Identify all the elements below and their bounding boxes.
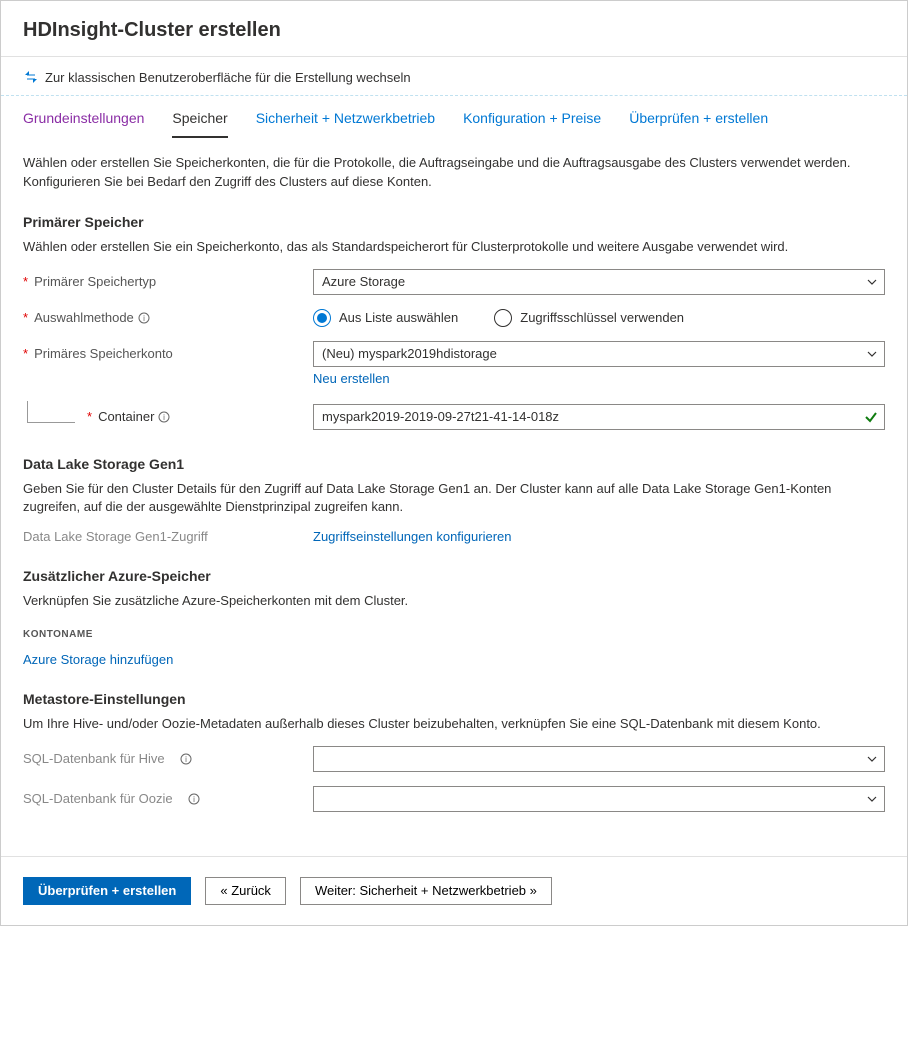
selection-method-label: *Auswahlmethode i bbox=[23, 310, 313, 325]
tab-config[interactable]: Konfiguration + Preise bbox=[463, 98, 601, 138]
metastore-desc: Um Ihre Hive- und/oder Oozie-Metadaten a… bbox=[23, 715, 885, 734]
primary-storage-title: Primärer Speicher bbox=[23, 214, 885, 230]
svg-text:i: i bbox=[143, 314, 145, 323]
chevron-down-icon bbox=[866, 348, 878, 360]
info-icon[interactable]: i bbox=[180, 753, 192, 765]
svg-text:i: i bbox=[185, 755, 187, 764]
primary-account-label: *Primäres Speicherkonto bbox=[23, 346, 313, 361]
radio-from-list[interactable]: Aus Liste auswählen bbox=[313, 309, 458, 327]
chevron-down-icon bbox=[866, 276, 878, 288]
oozie-db-label: SQL-Datenbank für Oozie i bbox=[23, 791, 313, 806]
gen1-access-label: Data Lake Storage Gen1-Zugriff bbox=[23, 529, 313, 544]
primary-account-value: (Neu) myspark2019hdistorage bbox=[322, 346, 497, 361]
container-input[interactable]: myspark2019-2019-09-27t21-41-14-018z bbox=[313, 404, 885, 430]
svg-text:i: i bbox=[193, 795, 195, 804]
page-header: HDInsight-Cluster erstellen bbox=[1, 1, 907, 57]
tab-storage[interactable]: Speicher bbox=[172, 98, 227, 138]
check-icon bbox=[864, 410, 878, 424]
review-create-button[interactable]: Überprüfen + erstellen bbox=[23, 877, 191, 905]
chevron-down-icon bbox=[866, 793, 878, 805]
info-icon[interactable]: i bbox=[158, 411, 170, 423]
primary-account-select[interactable]: (Neu) myspark2019hdistorage bbox=[313, 341, 885, 367]
account-name-header: KONTONAME bbox=[23, 629, 885, 640]
tab-basics[interactable]: Grundeinstellungen bbox=[23, 98, 144, 138]
oozie-db-select[interactable] bbox=[313, 786, 885, 812]
radio-access-key[interactable]: Zugriffsschlüssel verwenden bbox=[494, 309, 684, 327]
next-button[interactable]: Weiter: Sicherheit + Netzwerkbetrieb » bbox=[300, 877, 552, 905]
wizard-footer: Überprüfen + erstellen « Zurück Weiter: … bbox=[1, 856, 907, 925]
switch-icon bbox=[23, 69, 39, 85]
wizard-tabs: Grundeinstellungen Speicher Sicherheit +… bbox=[1, 98, 907, 138]
additional-desc: Verknüpfen Sie zusätzliche Azure-Speiche… bbox=[23, 592, 885, 611]
container-value: myspark2019-2019-09-27t21-41-14-018z bbox=[322, 409, 559, 424]
radio-from-list-label: Aus Liste auswählen bbox=[339, 310, 458, 325]
indent-connector-icon bbox=[27, 401, 75, 423]
primary-type-select[interactable]: Azure Storage bbox=[313, 269, 885, 295]
gen1-desc: Geben Sie für den Cluster Details für de… bbox=[23, 480, 885, 518]
gen1-title: Data Lake Storage Gen1 bbox=[23, 456, 885, 472]
metastore-title: Metastore-Einstellungen bbox=[23, 691, 885, 707]
back-button[interactable]: « Zurück bbox=[205, 877, 286, 905]
info-icon[interactable]: i bbox=[188, 793, 200, 805]
additional-title: Zusätzlicher Azure-Speicher bbox=[23, 568, 885, 584]
create-new-link[interactable]: Neu erstellen bbox=[313, 371, 390, 386]
gen1-config-link[interactable]: Zugriffseinstellungen konfigurieren bbox=[313, 529, 512, 544]
tab-security[interactable]: Sicherheit + Netzwerkbetrieb bbox=[256, 98, 435, 138]
radio-icon bbox=[313, 309, 331, 327]
radio-icon bbox=[494, 309, 512, 327]
hive-db-select[interactable] bbox=[313, 746, 885, 772]
radio-access-key-label: Zugriffsschlüssel verwenden bbox=[520, 310, 684, 325]
primary-type-value: Azure Storage bbox=[322, 274, 405, 289]
hive-db-label: SQL-Datenbank für Hive i bbox=[23, 751, 313, 766]
chevron-down-icon bbox=[866, 753, 878, 765]
primary-type-label: *Primärer Speichertyp bbox=[23, 274, 313, 289]
primary-storage-desc: Wählen oder erstellen Sie ein Speicherko… bbox=[23, 238, 885, 257]
classic-ui-link[interactable]: Zur klassischen Benutzeroberfläche für d… bbox=[1, 57, 907, 96]
info-icon[interactable]: i bbox=[138, 312, 150, 324]
intro-text: Wählen oder erstellen Sie Speicherkonten… bbox=[23, 154, 885, 192]
tab-review[interactable]: Überprüfen + erstellen bbox=[629, 98, 768, 138]
classic-ui-label: Zur klassischen Benutzeroberfläche für d… bbox=[45, 70, 411, 85]
container-label: *Container i bbox=[87, 409, 313, 424]
page-title: HDInsight-Cluster erstellen bbox=[23, 19, 885, 42]
svg-text:i: i bbox=[164, 413, 166, 422]
add-storage-link[interactable]: Azure Storage hinzufügen bbox=[23, 652, 173, 667]
